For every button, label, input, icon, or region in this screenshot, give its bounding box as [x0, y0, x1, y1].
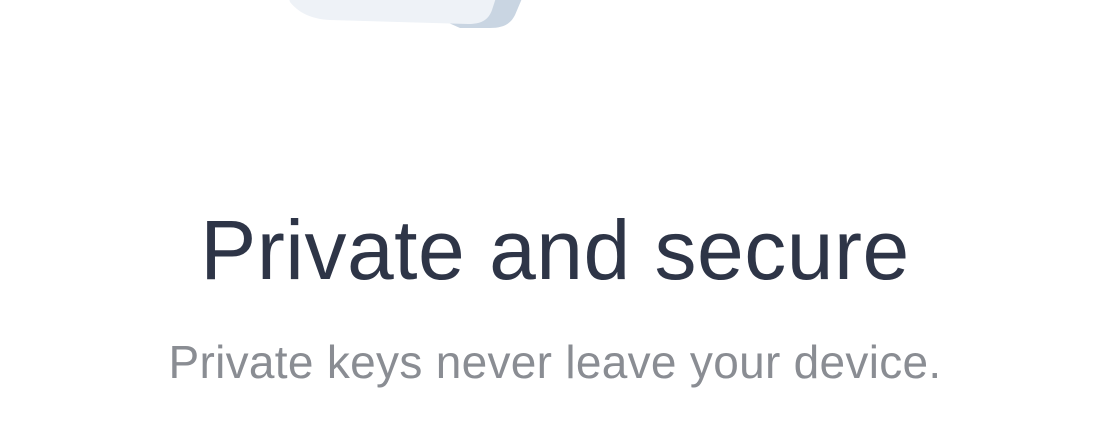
page-title: Private and secure: [200, 203, 910, 297]
device-illustration-icon: [270, 0, 540, 40]
page-subtitle: Private keys never leave your device.: [168, 336, 942, 388]
